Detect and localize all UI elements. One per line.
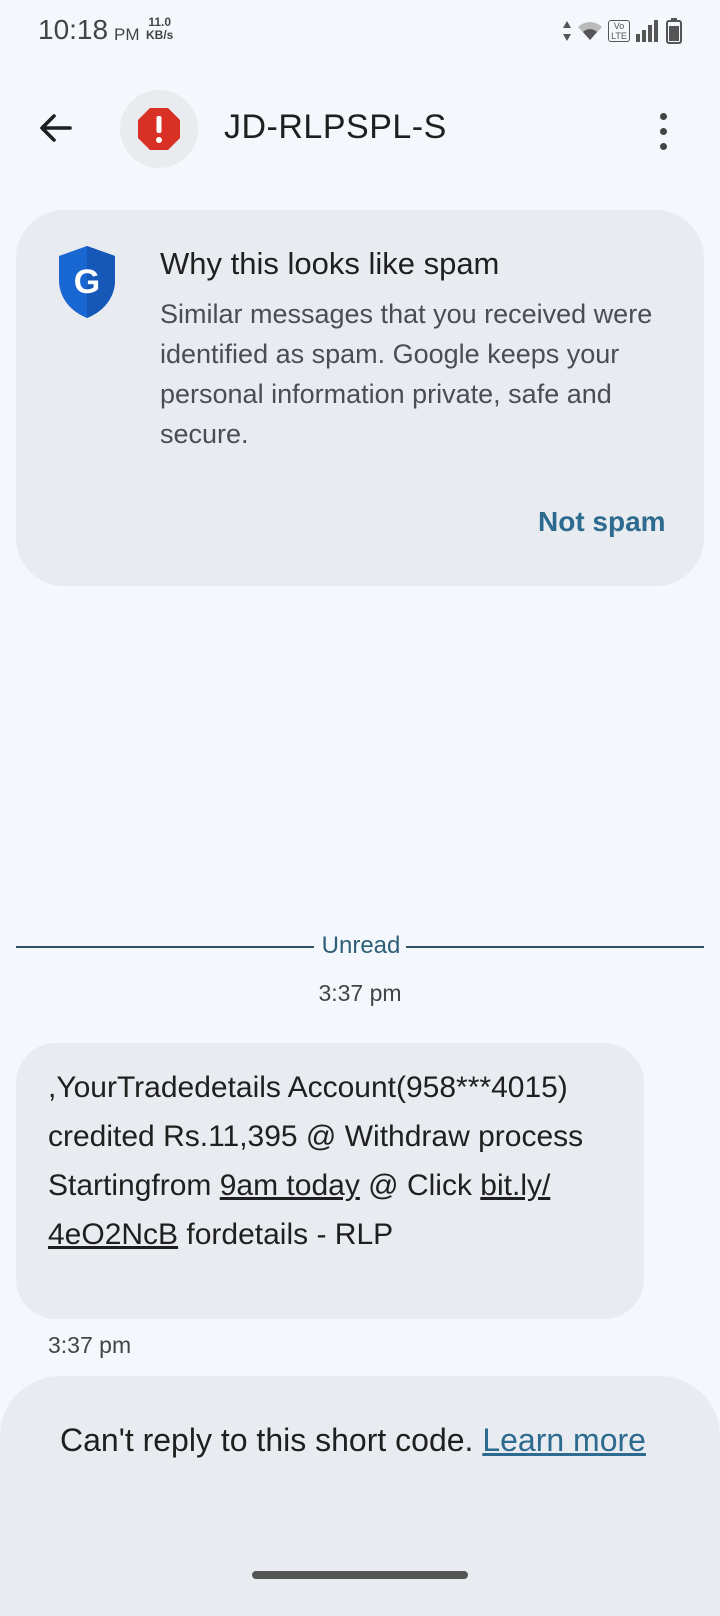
reply-disabled-label: Can't reply to this short code. — [60, 1422, 483, 1458]
more-vert-icon — [659, 142, 667, 150]
avatar[interactable] — [120, 90, 198, 168]
message-link-time[interactable]: 9am today — [220, 1169, 360, 1202]
home-indicator[interactable] — [252, 1571, 468, 1579]
volte-label-top: Vo — [613, 21, 625, 31]
network-speed-unit: KB/s — [146, 28, 174, 42]
volte-label-bottom: LTE — [611, 31, 627, 41]
volte-icon: Vo LTE — [608, 20, 630, 42]
status-icons: Vo LTE — [562, 18, 682, 44]
spam-card-body: Similar messages that you received were … — [160, 299, 653, 449]
message-text: ,YourTradedetails Account(958***4015) cr… — [48, 1063, 628, 1259]
message-timestamp: 3:37 pm — [48, 1332, 132, 1358]
status-time: 10:18 — [38, 14, 109, 45]
spam-alert-icon — [138, 108, 180, 150]
more-vert-icon — [659, 112, 667, 120]
unread-divider-left — [16, 946, 314, 948]
contact-name: JD-RLPSPL-S — [224, 108, 447, 146]
unread-label: Unread — [321, 932, 401, 959]
status-ampm: PM — [114, 25, 140, 44]
unread-divider-right — [406, 946, 704, 948]
wifi-icon — [578, 22, 602, 40]
spam-card-title: Why this looks like spam — [160, 246, 500, 281]
learn-more-link[interactable]: Learn more — [482, 1422, 646, 1458]
shield-letter: G — [74, 263, 100, 301]
battery-icon — [666, 18, 682, 44]
message-text-part2: @ Click — [359, 1169, 481, 1202]
back-button[interactable] — [30, 102, 82, 154]
data-arrows-icon — [563, 21, 571, 41]
google-shield-icon: G — [59, 246, 115, 318]
more-vert-icon — [659, 127, 667, 135]
not-spam-button[interactable]: Not spam — [538, 506, 666, 538]
network-speed: 11.0 KB/s — [146, 16, 173, 42]
more-options-button[interactable] — [646, 108, 680, 154]
conversation-timestamp: 3:37 pm — [318, 980, 402, 1006]
signal-icon — [636, 20, 658, 42]
back-arrow-icon — [40, 114, 72, 142]
reply-disabled-text: Can't reply to this short code. Learn mo… — [60, 1416, 660, 1464]
message-text-part3: fordetails - RLP — [178, 1218, 394, 1251]
reply-disabled-card — [0, 1376, 720, 1616]
